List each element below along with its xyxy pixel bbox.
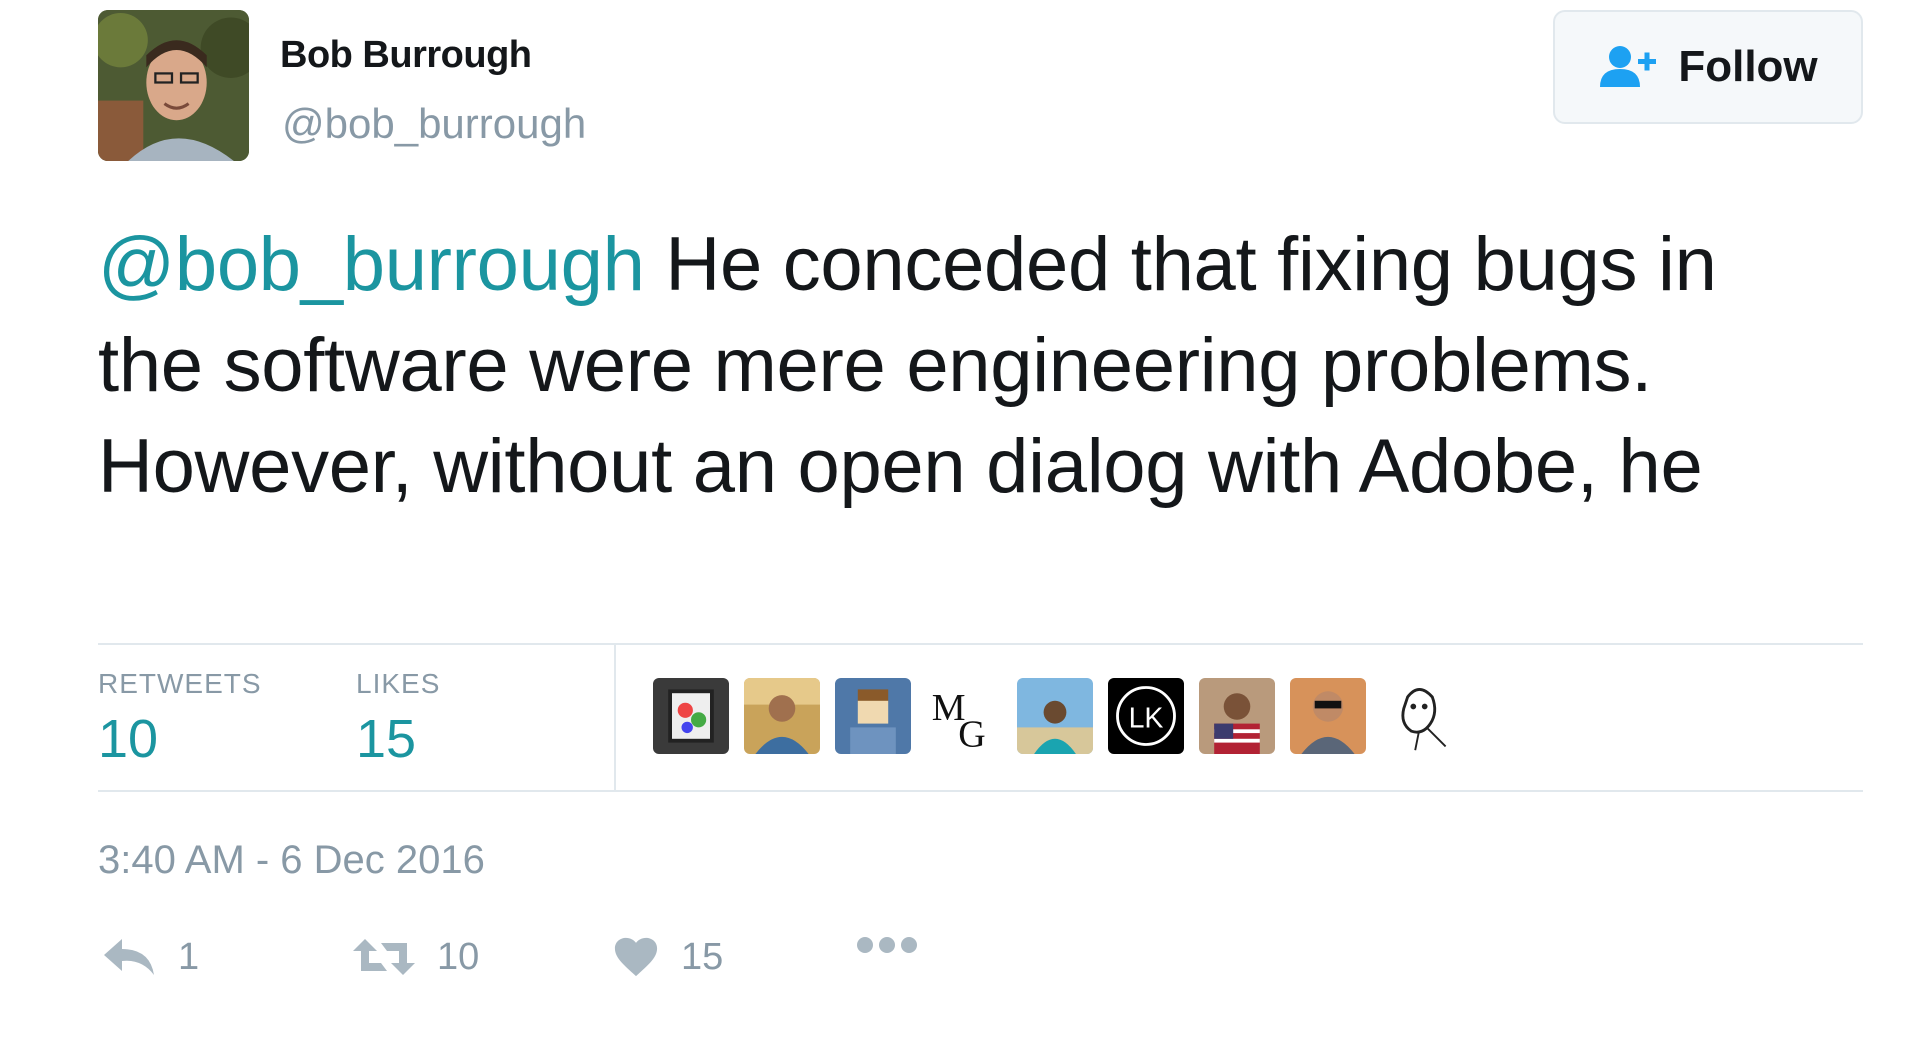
follow-button[interactable]: Follow [1553,10,1863,124]
reply-button[interactable]: 1 [102,935,199,979]
likes-count: 15 [356,709,417,769]
more-dots-icon [857,937,917,953]
stats-divider-bottom [98,790,1863,792]
author-handle[interactable]: @bob_burrough [282,100,586,148]
author-name[interactable]: Bob Burrough [280,34,532,77]
retweets-count: 10 [98,709,159,769]
retweets-label: RETWEETS [98,668,262,699]
liker-avatar-sketch[interactable] [1381,678,1457,754]
liker-avatar-mg[interactable]: MG [926,678,1002,754]
liker-avatar-art[interactable] [653,678,729,754]
like-count: 15 [681,935,724,978]
follow-user-icon [1600,46,1657,87]
liker-avatar-sunglasses[interactable] [1290,678,1366,754]
liker-avatar-beach[interactable] [1017,678,1093,754]
retweet-icon [353,939,415,975]
reply-icon [104,939,154,975]
retweet-button[interactable]: 10 [353,935,479,979]
tweet-timestamp[interactable]: 3:40 AM - 6 Dec 2016 [98,838,485,883]
author-avatar[interactable] [98,10,249,161]
follow-label: Follow [1678,42,1818,91]
tweet-mention-link[interactable]: @bob_burrough [98,222,645,307]
liker-avatar-pixel[interactable] [835,678,911,754]
stats-vertical-divider [614,643,616,792]
like-button[interactable]: 15 [613,935,723,979]
likes-label: LIKES [356,668,441,699]
liker-mg-text-g: G [958,713,985,754]
liker-avatar-lk[interactable]: LK [1108,678,1184,754]
likes-stat[interactable]: LIKES 15 [356,668,440,770]
heart-icon [614,937,658,977]
liker-lk-text: LK [1129,702,1164,734]
tweet-card: Bob Burrough @bob_burrough Follow @bob_b… [0,0,1920,1041]
tweet-text: @bob_burrough He conceded that fixing bu… [98,214,1838,517]
reply-count: 1 [178,935,200,978]
stats-divider-top [98,643,1863,645]
liker-avatar-photo[interactable] [744,678,820,754]
retweets-stat[interactable]: RETWEETS 10 [98,668,262,770]
likers-list: MG LK [653,678,1457,754]
liker-avatar-flag[interactable] [1199,678,1275,754]
retweet-count: 10 [437,935,480,978]
more-options-button[interactable] [855,935,919,955]
